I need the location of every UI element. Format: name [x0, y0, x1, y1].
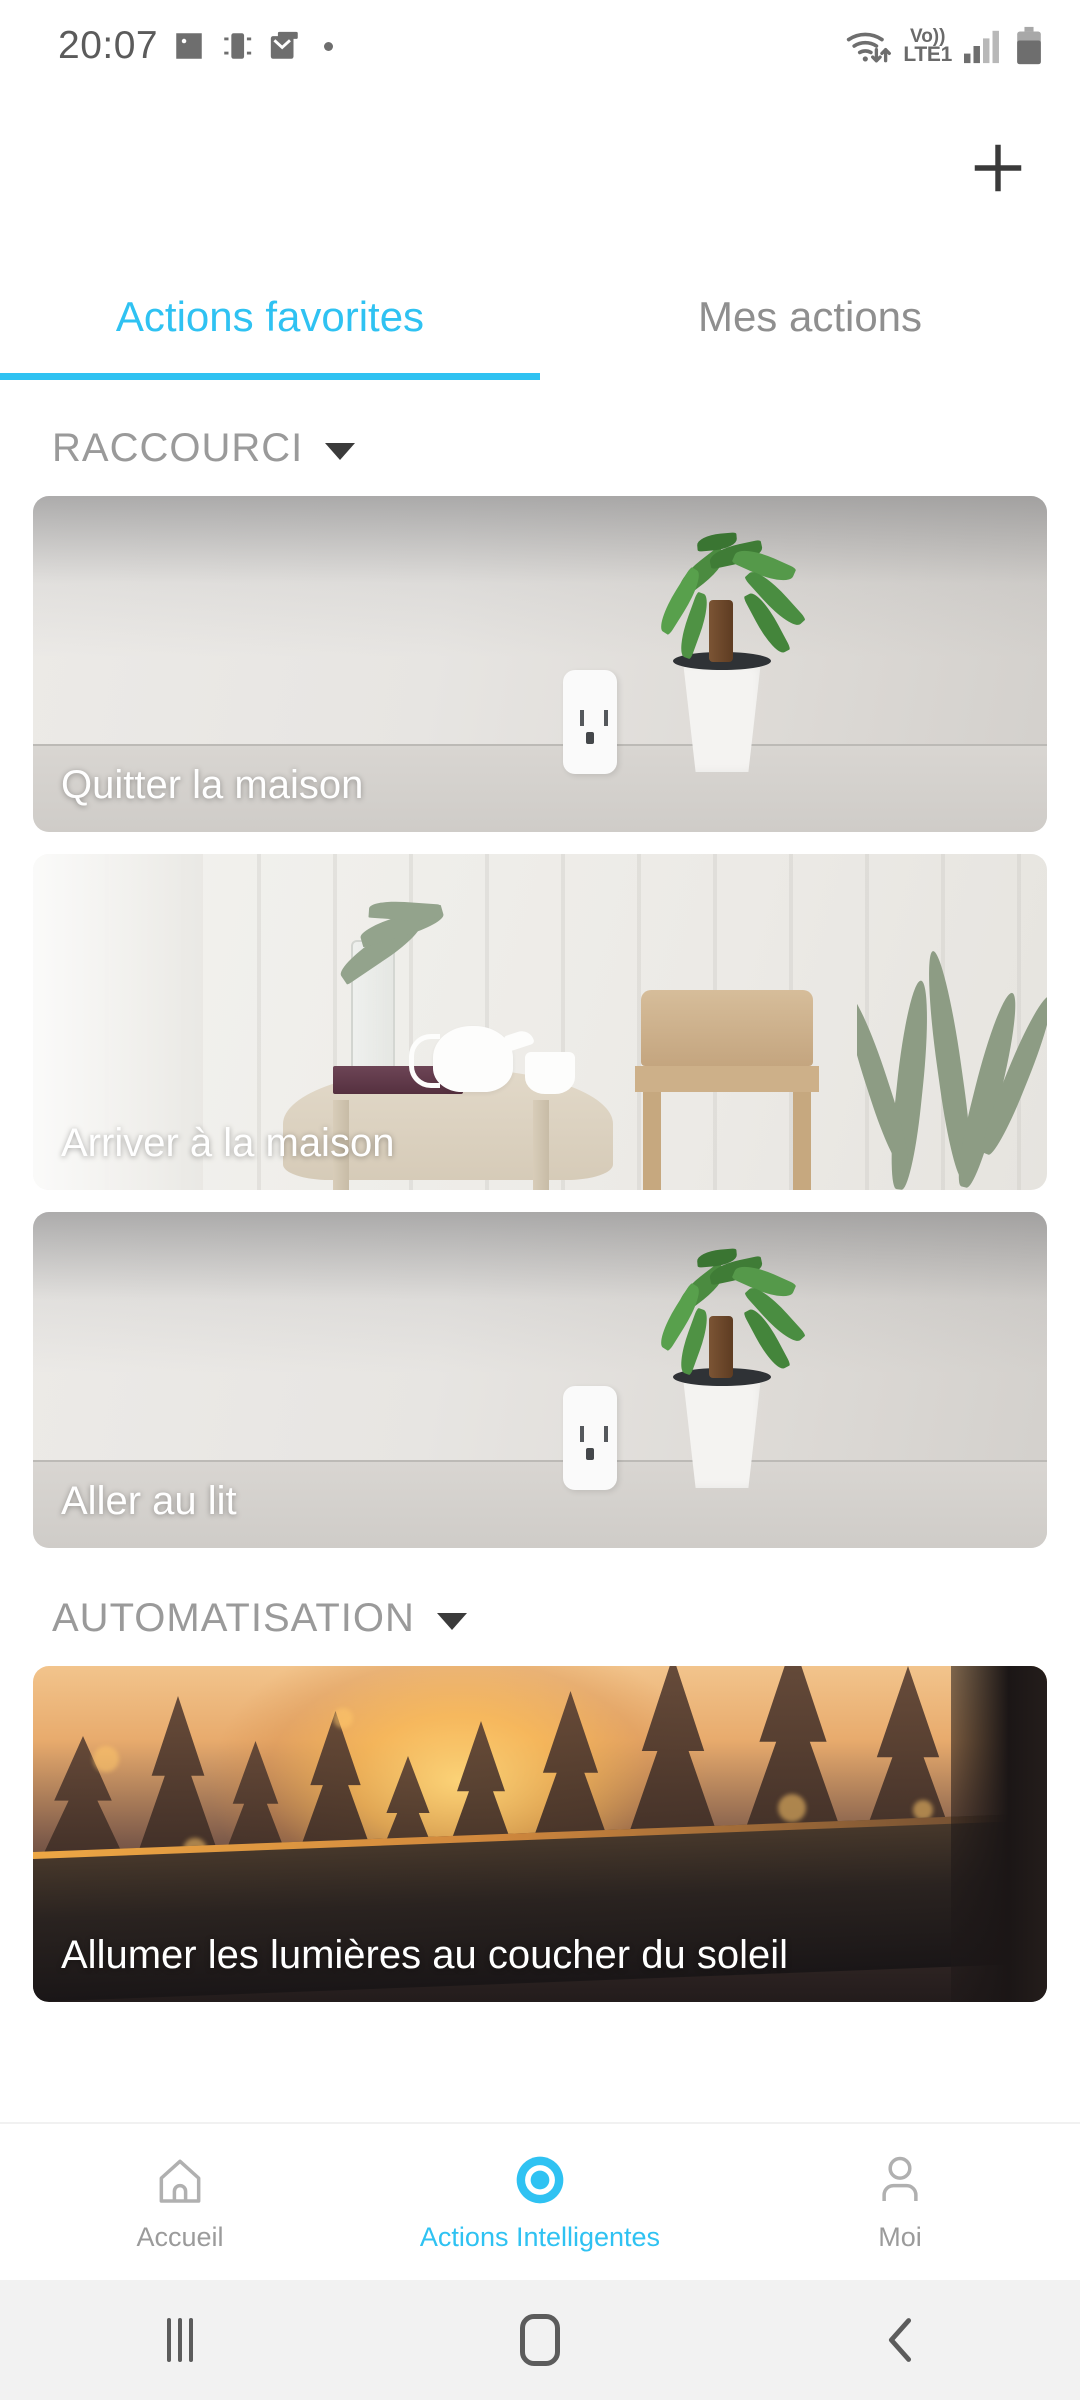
- more-dot-icon: [324, 41, 334, 51]
- scene-card-quitter-la-maison[interactable]: Quitter la maison: [33, 496, 1047, 832]
- chevron-down-icon: [325, 442, 356, 460]
- battery-icon: [1017, 26, 1041, 65]
- card-label: Quitter la maison: [61, 763, 364, 807]
- recents-button[interactable]: [0, 2318, 360, 2362]
- status-bar-clock: 20:07: [58, 24, 159, 67]
- card-label: Allumer les lumières au coucher du solei…: [61, 1933, 788, 1977]
- nav-label-moi: Moi: [878, 2221, 922, 2252]
- tab-actions-favorites-label: Actions favorites: [115, 293, 425, 340]
- tab-mes-actions[interactable]: Mes actions: [540, 252, 1080, 382]
- home-icon: [159, 2159, 201, 2203]
- nav-label-actions-intelligentes: Actions Intelligentes: [419, 2221, 661, 2252]
- back-chevron-icon: [888, 2318, 912, 2362]
- content-area: RACCOURCI Quitter la maison Arriver à la…: [0, 400, 1080, 2024]
- scene-card-arriver-a-la-maison[interactable]: Arriver à la maison: [33, 854, 1047, 1190]
- back-button[interactable]: [720, 2314, 1080, 2366]
- nav-item-moi[interactable]: Moi: [720, 2124, 1080, 2280]
- section-title-raccourci: RACCOURCI: [52, 425, 304, 470]
- volte-label-bottom: LTE1: [903, 43, 952, 67]
- nav-label-accueil: Accueil: [136, 2221, 224, 2252]
- status-bar-left: 20:07: [58, 24, 334, 68]
- smart-actions-ring-icon: [516, 2156, 564, 2203]
- recents-icon: [167, 2318, 193, 2362]
- home-button[interactable]: [360, 2314, 720, 2366]
- plus-icon: [974, 144, 1022, 192]
- add-button[interactable]: [950, 120, 1046, 216]
- volte-indicator: Vo)) LTE1: [903, 26, 952, 67]
- system-navigation-bar: [0, 2280, 1080, 2400]
- person-icon: [882, 2156, 918, 2201]
- tab-active-indicator: [0, 373, 540, 380]
- tab-mes-actions-label: Mes actions: [697, 293, 923, 340]
- wifi-transfer-icon: [847, 32, 892, 63]
- card-label: Arriver à la maison: [61, 1121, 395, 1165]
- mail-icon: [270, 31, 298, 59]
- section-title-automatisation: AUTOMATISATION: [52, 1595, 415, 1640]
- tab-actions-favorites[interactable]: Actions favorites: [0, 252, 540, 382]
- section-header-automatisation[interactable]: AUTOMATISATION: [0, 1570, 1080, 1666]
- nav-item-accueil[interactable]: Accueil: [0, 2124, 360, 2280]
- chevron-down-icon: [436, 1612, 467, 1630]
- app-screen: 20:07 Vo)) LTE1 Actions favorites Mes ac…: [0, 0, 1080, 2400]
- status-bar: 20:07 Vo)) LTE1: [0, 0, 1080, 92]
- nav-item-actions-intelligentes[interactable]: Actions Intelligentes: [360, 2124, 720, 2280]
- screen-mirror-icon: [224, 33, 252, 59]
- section-header-raccourci[interactable]: RACCOURCI: [0, 400, 1080, 496]
- status-bar-right: Vo)) LTE1: [845, 25, 1044, 67]
- app-header: [0, 92, 1080, 252]
- scene-card-aller-au-lit[interactable]: Aller au lit: [33, 1212, 1047, 1548]
- image-icon: [176, 33, 202, 59]
- bottom-navigation-bar: Accueil Actions Intelligentes Moi: [0, 2122, 1080, 2280]
- card-label: Aller au lit: [61, 1479, 237, 1523]
- scene-card-allumer-lumieres-coucher-soleil[interactable]: Allumer les lumières au coucher du solei…: [33, 1666, 1047, 2002]
- tab-bar: Actions favorites Mes actions: [0, 252, 1080, 382]
- home-square-icon: [520, 2314, 560, 2366]
- signal-bars-icon: [964, 30, 999, 64]
